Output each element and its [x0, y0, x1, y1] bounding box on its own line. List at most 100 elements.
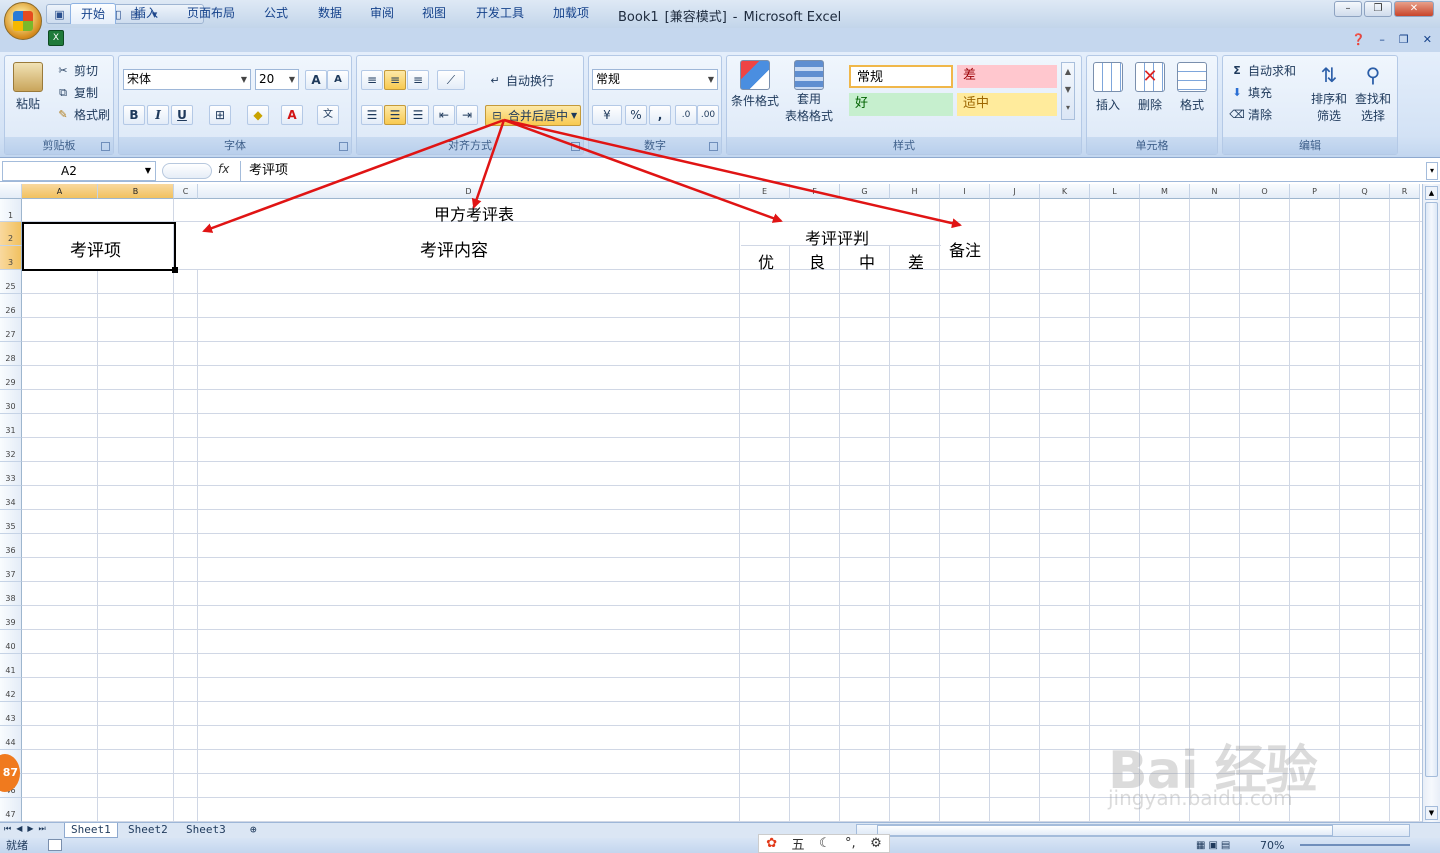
underline-button[interactable]: U: [171, 105, 193, 125]
number-format-dropdown[interactable]: 常规 ▼: [592, 69, 718, 90]
row-header-34[interactable]: 34: [0, 486, 22, 510]
row-header-43[interactable]: 43: [0, 702, 22, 726]
cut-button[interactable]: ✂ 剪切: [55, 62, 98, 79]
tab-data[interactable]: 数据: [308, 3, 352, 24]
minimize-button[interactable]: –: [1334, 1, 1362, 17]
tab-home[interactable]: 开始: [70, 3, 116, 24]
zoom-level[interactable]: 70%: [1260, 838, 1284, 853]
row-header-26[interactable]: 26: [0, 294, 22, 318]
row-header-41[interactable]: 41: [0, 654, 22, 678]
formula-bar-expander[interactable]: [162, 163, 212, 179]
column-header-b[interactable]: B: [98, 184, 174, 199]
grow-font-button[interactable]: A: [305, 70, 327, 90]
row-header-27[interactable]: 27: [0, 318, 22, 342]
row-header-47[interactable]: 47: [0, 798, 22, 822]
cell-title[interactable]: 甲方考评表: [434, 201, 514, 225]
cell-grade-excellent[interactable]: 优: [758, 249, 774, 273]
column-header-o[interactable]: O: [1240, 184, 1290, 199]
horizontal-scrollbar[interactable]: [856, 824, 1410, 837]
phonetic-button[interactable]: 文: [317, 105, 339, 125]
copy-button[interactable]: ⧉ 复制: [55, 84, 98, 101]
sort-filter-button[interactable]: ⇅ 排序和 筛选: [1311, 60, 1347, 124]
delete-cells-button[interactable]: ✕ 删除: [1135, 62, 1165, 113]
increase-indent-button[interactable]: ⇥: [456, 105, 478, 125]
orientation-button[interactable]: ⟋: [437, 70, 465, 90]
select-all-corner[interactable]: [0, 184, 22, 199]
help-icon[interactable]: ❓: [1352, 33, 1366, 46]
save-icon[interactable]: ▣: [53, 8, 66, 21]
font-size-dropdown[interactable]: 20 ▼: [255, 69, 299, 90]
row-header-3[interactable]: 3: [0, 246, 22, 270]
ime-mode[interactable]: 五: [792, 834, 805, 853]
row-header-36[interactable]: 36: [0, 534, 22, 558]
alignment-launcher[interactable]: [571, 142, 580, 151]
column-header-e[interactable]: E: [740, 184, 790, 199]
bold-button[interactable]: B: [123, 105, 145, 125]
row-header-35[interactable]: 35: [0, 510, 22, 534]
italic-button[interactable]: I: [147, 105, 169, 125]
align-middle-button[interactable]: ≡: [384, 70, 406, 90]
align-right-button[interactable]: ☰: [407, 105, 429, 125]
macro-record-icon[interactable]: [48, 839, 62, 851]
restore-button[interactable]: ❐: [1364, 1, 1392, 17]
format-cells-button[interactable]: 格式: [1177, 62, 1207, 113]
cell-notes[interactable]: 备注: [949, 237, 981, 261]
moon-icon[interactable]: ☾: [819, 836, 831, 851]
tab-developer[interactable]: 开发工具: [466, 3, 534, 24]
expand-formula-bar-icon[interactable]: ▾: [1426, 162, 1438, 180]
tab-review[interactable]: 审阅: [360, 3, 404, 24]
tab-page-layout[interactable]: 页面布局: [178, 3, 244, 24]
row-header-33[interactable]: 33: [0, 462, 22, 486]
paw-icon[interactable]: ✿: [766, 836, 777, 851]
conditional-formatting-button[interactable]: 条件格式: [731, 60, 779, 109]
scroll-up-icon[interactable]: ▲: [1425, 186, 1438, 200]
paste-button[interactable]: 粘贴: [13, 62, 43, 112]
row-header-42[interactable]: 42: [0, 678, 22, 702]
style-good[interactable]: 好: [849, 93, 953, 116]
office-button[interactable]: [4, 2, 42, 40]
name-box[interactable]: A2 ▼: [2, 161, 156, 181]
decrease-decimal-button[interactable]: .00: [697, 105, 719, 125]
horizontal-scroll-thumb[interactable]: [877, 825, 1333, 836]
find-select-button[interactable]: ⚲ 查找和 选择: [1355, 60, 1391, 124]
ribbon-close-icon[interactable]: ✕: [1423, 33, 1432, 46]
fx-icon[interactable]: fx: [218, 162, 229, 176]
clear-button[interactable]: ⌫ 清除: [1229, 106, 1272, 123]
number-launcher[interactable]: [709, 142, 718, 151]
format-painter-button[interactable]: ✎ 格式刷: [55, 106, 110, 123]
shrink-font-button[interactable]: A: [327, 70, 349, 90]
font-color-button[interactable]: A: [281, 105, 303, 125]
column-header-d[interactable]: D: [198, 184, 740, 199]
column-header-k[interactable]: K: [1040, 184, 1090, 199]
tab-addins[interactable]: 加载项: [544, 3, 598, 24]
column-header-a[interactable]: A: [22, 184, 98, 199]
format-as-table-button[interactable]: 套用 表格格式: [785, 60, 833, 124]
column-header-j[interactable]: J: [990, 184, 1040, 199]
column-header-p[interactable]: P: [1290, 184, 1340, 199]
punctuation-icon[interactable]: °,: [845, 836, 856, 851]
align-left-button[interactable]: ☰: [361, 105, 383, 125]
cell-judge[interactable]: 考评评判: [805, 225, 869, 249]
cell-grade-good[interactable]: 良: [809, 249, 825, 273]
close-button[interactable]: ✕: [1394, 1, 1434, 17]
formula-input[interactable]: 考评项: [240, 161, 1426, 181]
currency-button[interactable]: ¥: [592, 105, 622, 125]
align-top-button[interactable]: ≡: [361, 70, 383, 90]
autosum-button[interactable]: Σ 自动求和: [1229, 62, 1296, 79]
cell-item[interactable]: 考评项: [70, 236, 121, 261]
row-header-38[interactable]: 38: [0, 582, 22, 606]
column-header-g[interactable]: G: [840, 184, 890, 199]
align-bottom-button[interactable]: ≡: [407, 70, 429, 90]
sheet-tab-3[interactable]: Sheet3: [180, 823, 232, 838]
increase-decimal-button[interactable]: .0: [675, 105, 697, 125]
scroll-thumb[interactable]: [1425, 202, 1438, 777]
sheet-nav-arrows-icon[interactable]: ⏮◀▶⏭: [4, 824, 51, 834]
column-header-c[interactable]: C: [174, 184, 198, 199]
tab-insert[interactable]: 插入: [124, 3, 168, 24]
row-header-25[interactable]: 25: [0, 270, 22, 294]
column-header-m[interactable]: M: [1140, 184, 1190, 199]
row-header-29[interactable]: 29: [0, 366, 22, 390]
insert-sheet-icon[interactable]: ⊕: [244, 823, 263, 838]
row-header-44[interactable]: 44: [0, 726, 22, 750]
column-header-l[interactable]: L: [1090, 184, 1140, 199]
